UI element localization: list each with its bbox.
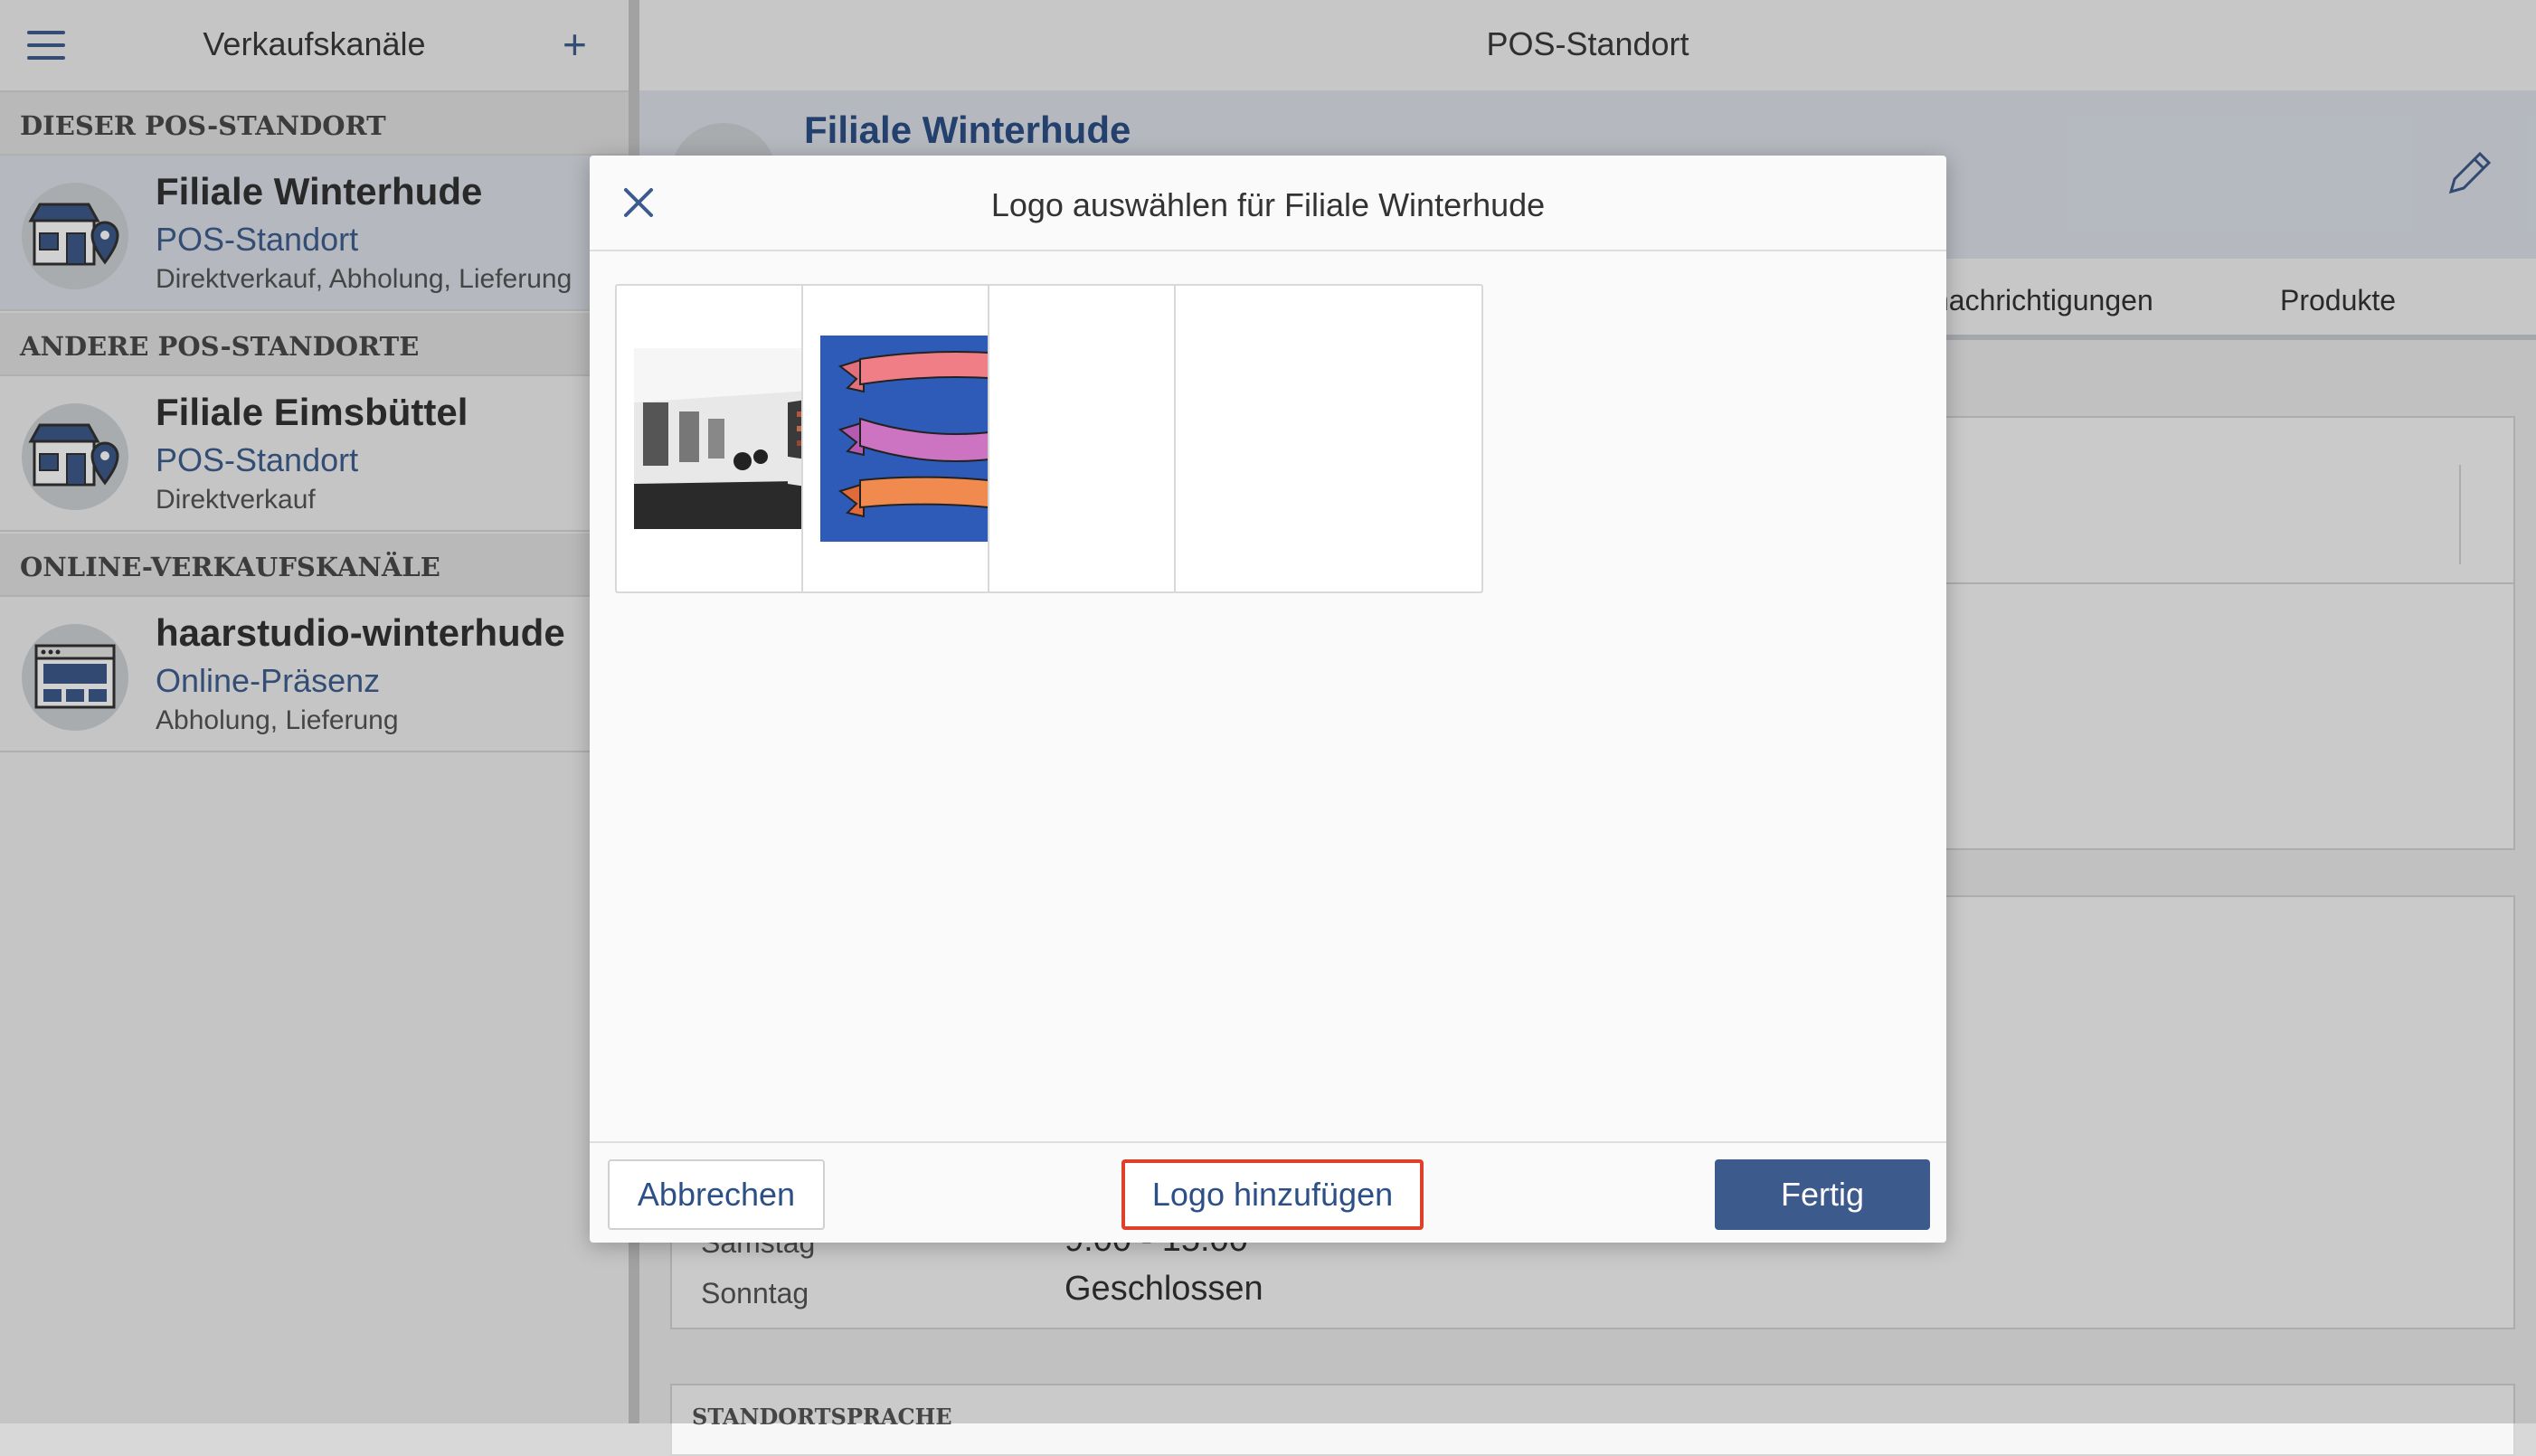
dialog-header: Logo auswählen für Filiale Winterhude [590,156,1946,251]
dialog-footer: Abbrechen Logo hinzufügen Fertig [590,1141,1946,1244]
cancel-button[interactable]: Abbrechen [608,1159,825,1230]
done-button[interactable]: Fertig [1715,1159,1930,1230]
dialog-title: Logo auswählen für Filiale Winterhude [990,186,1546,223]
add-logo-button[interactable]: Logo hinzufügen [1121,1159,1424,1230]
logo-tile-empty[interactable] [1174,284,1483,593]
logo-select-dialog: Logo auswählen für Filiale Winterhude Ab… [590,156,1946,1243]
